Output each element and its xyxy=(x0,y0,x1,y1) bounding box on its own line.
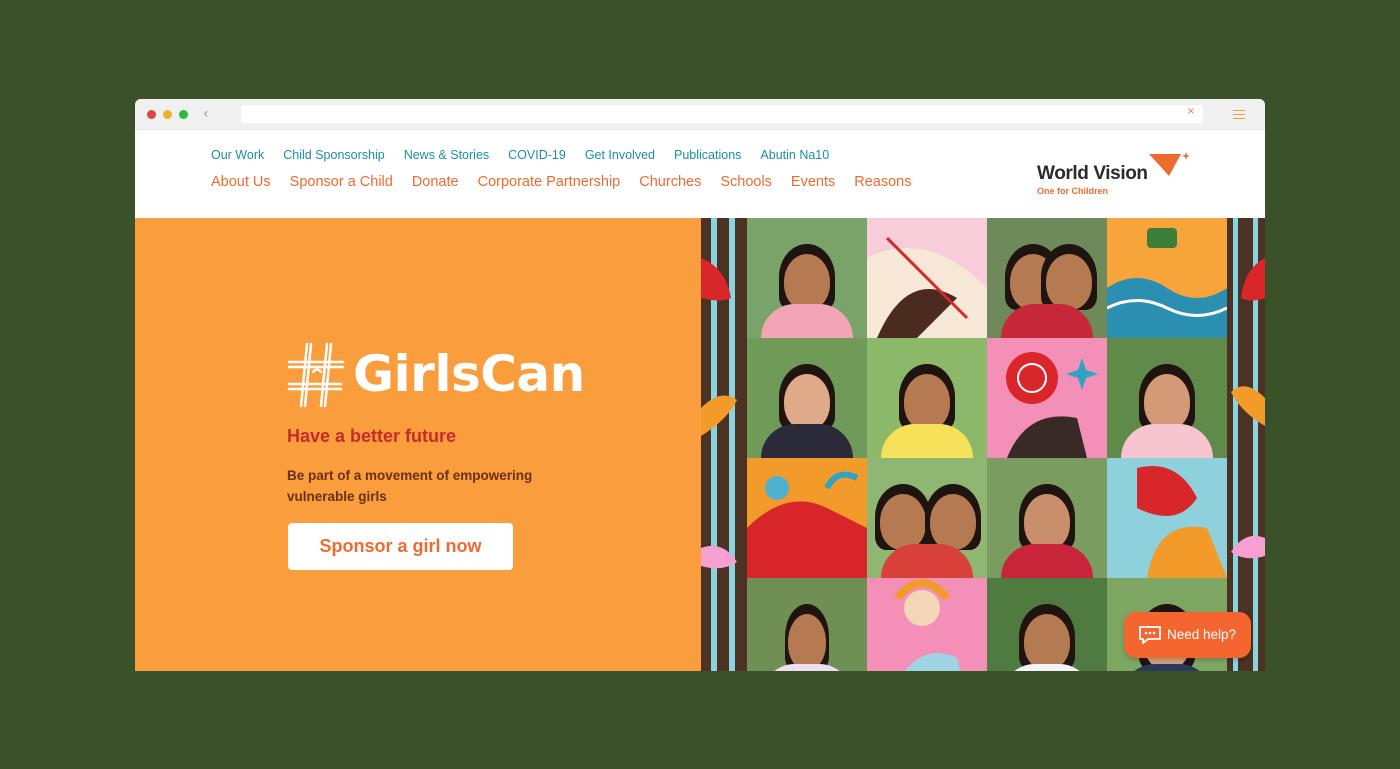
left-border-pattern xyxy=(701,218,747,671)
logo-tagline: One for Children xyxy=(1037,186,1109,196)
address-bar[interactable]: × xyxy=(241,105,1203,123)
collage-grid xyxy=(747,218,1227,671)
maximize-window-button[interactable] xyxy=(179,110,188,119)
nav-news-stories[interactable]: News & Stories xyxy=(404,148,489,162)
sponsor-girl-button[interactable]: Sponsor a girl now xyxy=(288,523,513,570)
star-icon xyxy=(1149,152,1189,176)
logo-name: World Vision xyxy=(1037,163,1148,184)
nav-events[interactable]: Events xyxy=(791,174,835,190)
need-help-button[interactable]: Need help? xyxy=(1124,612,1251,658)
nav-publications[interactable]: Publications xyxy=(674,148,741,162)
browser-toolbar: ‹ × xyxy=(135,99,1265,130)
collage-photo xyxy=(1107,338,1227,458)
collage-illustration xyxy=(747,458,867,578)
minimize-window-button[interactable] xyxy=(163,110,172,119)
close-window-button[interactable] xyxy=(147,110,156,119)
collage-illustration xyxy=(867,218,987,338)
nav-abutin-na10[interactable]: Abutin Na10 xyxy=(760,148,829,162)
collage-illustration xyxy=(987,338,1107,458)
collage-illustration xyxy=(1107,458,1227,578)
hamburger-icon[interactable] xyxy=(1233,110,1245,119)
nav-reasons[interactable]: Reasons xyxy=(854,174,911,190)
collage-photo xyxy=(747,218,867,338)
nav-about-us[interactable]: About Us xyxy=(211,174,271,190)
primary-nav: About Us Sponsor a Child Donate Corporat… xyxy=(211,174,912,190)
collage-photo xyxy=(987,578,1107,671)
nav-our-work[interactable]: Our Work xyxy=(211,148,264,162)
hashtag-icon xyxy=(287,342,345,408)
collage-photo xyxy=(987,458,1107,578)
chat-icon xyxy=(1139,626,1161,644)
right-border-pattern xyxy=(1227,218,1265,671)
collage-illustration xyxy=(867,578,987,671)
need-help-label: Need help? xyxy=(1167,627,1237,642)
chevron-left-icon[interactable]: ‹ xyxy=(203,106,209,122)
nav-schools[interactable]: Schools xyxy=(720,174,772,190)
world-vision-logo[interactable]: World Vision One for Children xyxy=(1035,152,1195,200)
site-header: Our Work Child Sponsorship News & Storie… xyxy=(135,130,1265,218)
collage-photo xyxy=(747,338,867,458)
nav-get-involved[interactable]: Get Involved xyxy=(585,148,655,162)
hero-subtitle: Have a better future xyxy=(287,426,457,446)
hero-section: GirlsCan Have a better future Be part of… xyxy=(135,218,1265,671)
hashtag-title: GirlsCan xyxy=(353,345,585,403)
collage-photo xyxy=(987,218,1107,338)
collage-photo xyxy=(867,338,987,458)
collage-illustration xyxy=(1107,218,1227,338)
hero-description: Be part of a movement of empowering vuln… xyxy=(287,468,533,504)
nav-covid-19[interactable]: COVID-19 xyxy=(508,148,566,162)
collage-photo xyxy=(747,578,867,671)
nav-donate[interactable]: Donate xyxy=(412,174,459,190)
photo-collage xyxy=(701,218,1265,671)
nav-sponsor-a-child[interactable]: Sponsor a Child xyxy=(290,174,393,190)
browser-window: ‹ × Our Work Child Sponsorship News & St… xyxy=(135,99,1265,671)
secondary-nav: Our Work Child Sponsorship News & Storie… xyxy=(211,148,829,162)
nav-corporate-partnership[interactable]: Corporate Partnership xyxy=(478,174,621,190)
nav-churches[interactable]: Churches xyxy=(639,174,701,190)
nav-child-sponsorship[interactable]: Child Sponsorship xyxy=(283,148,384,162)
close-icon[interactable]: × xyxy=(1187,106,1195,117)
hero-panel: GirlsCan Have a better future Be part of… xyxy=(135,218,701,671)
collage-photo xyxy=(867,458,987,578)
